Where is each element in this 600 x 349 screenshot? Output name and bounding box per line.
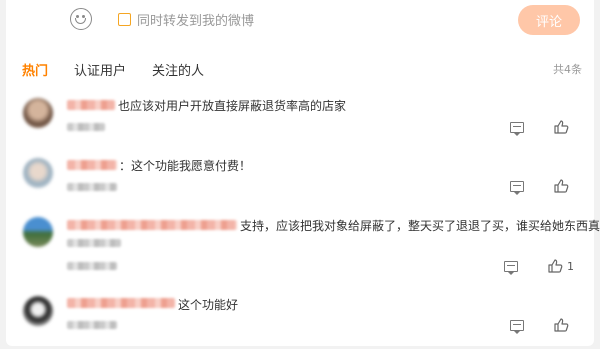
repost-checkbox[interactable] [118, 13, 131, 26]
comment-text-blurred [67, 239, 121, 247]
comment-filter-tabs: 热门 认证用户 关注的人 [22, 60, 230, 79]
comment-meta-blurred [67, 321, 117, 329]
reply-icon[interactable] [510, 181, 524, 195]
thumbs-up-icon[interactable] [554, 120, 569, 134]
tab-hot[interactable]: 热门 [22, 60, 48, 79]
comment-text: 也应该对用户开放直接屏蔽退货率高的店家 [118, 99, 347, 113]
thumbs-up-icon[interactable] [554, 179, 569, 193]
avatar[interactable] [23, 98, 53, 128]
thumbs-up-icon[interactable] [548, 259, 563, 273]
smiley-face-icon[interactable] [70, 8, 92, 30]
comment-text: 这个功能好 [178, 298, 239, 312]
thumbs-up-icon[interactable] [554, 318, 569, 332]
comment-meta-blurred [67, 262, 117, 270]
avatar[interactable] [23, 158, 53, 188]
comment-text: ：这个功能我愿意付费！ [119, 159, 252, 173]
username-blurred[interactable] [67, 160, 117, 170]
comment-text: 支持，应该把我对象给屏蔽了，整天买了退退了买，谁买给她东西真 [240, 219, 600, 233]
username-blurred[interactable] [67, 298, 175, 308]
comment-meta-blurred [67, 183, 117, 191]
submit-comment-button[interactable]: 评论 [518, 5, 580, 35]
avatar[interactable] [23, 217, 53, 247]
avatar[interactable] [23, 296, 53, 326]
repost-label[interactable]: 同时转发到我的微博 [137, 10, 254, 29]
like-count: 1 [567, 260, 574, 273]
username-blurred[interactable] [67, 100, 115, 110]
comment-panel: 同时转发到我的微博 评论 热门 认证用户 关注的人 共4条 也应该对用户开放直接… [6, 0, 600, 346]
reply-icon[interactable] [510, 122, 524, 136]
tab-verified-users[interactable]: 认证用户 [74, 60, 126, 79]
tab-following[interactable]: 关注的人 [152, 60, 204, 79]
comment-total-count: 共4条 [553, 63, 582, 76]
comment-meta-blurred [67, 123, 105, 131]
reply-icon[interactable] [510, 320, 524, 334]
username-blurred[interactable] [67, 220, 237, 230]
reply-icon[interactable] [504, 261, 518, 275]
